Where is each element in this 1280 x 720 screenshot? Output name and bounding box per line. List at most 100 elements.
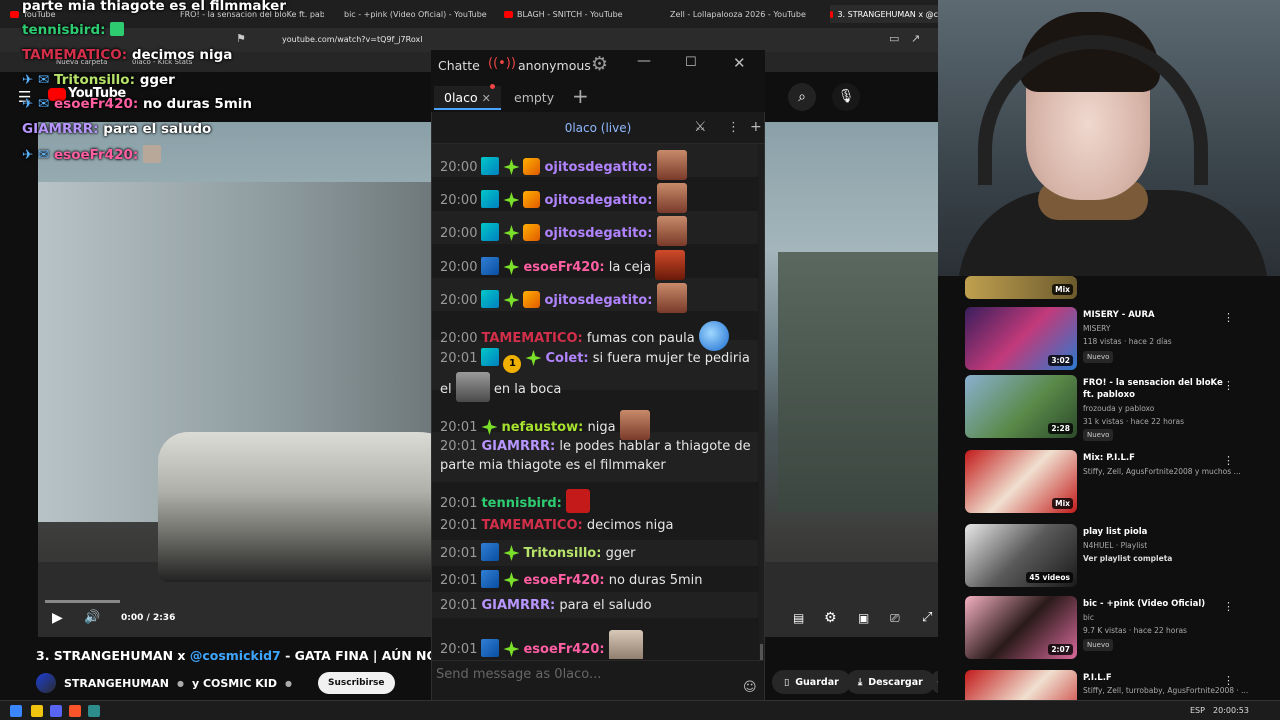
search-icon[interactable]: ⌕ [788, 83, 816, 111]
progress-bar[interactable] [45, 600, 120, 603]
video-thumbnail[interactable]: 45 videos [965, 524, 1077, 587]
prime-badge-icon[interactable] [503, 225, 520, 241]
video-title-mention-link[interactable]: @cosmickid7 [190, 648, 281, 663]
message-username[interactable]: ojitosdegatito: [544, 293, 652, 308]
gift-badge-icon[interactable] [523, 158, 541, 175]
gift-badge-icon[interactable] [523, 291, 541, 308]
recommendation-channel[interactable]: frozouda y pabloxo [1083, 404, 1154, 413]
account-switcher[interactable]: anonymous [518, 58, 591, 73]
message-username[interactable]: TAMEMATICO: [481, 518, 582, 533]
add-tab-icon[interactable]: + [572, 84, 589, 108]
video-thumbnail[interactable]: 2:07 [965, 596, 1077, 659]
subscriber-badge-icon[interactable] [481, 348, 500, 366]
start-icon[interactable] [10, 705, 22, 717]
more-options-icon[interactable]: ⋮ [1223, 379, 1234, 392]
emote-cat-icon[interactable] [608, 630, 643, 659]
video-thumbnail[interactable]: 2:28 [965, 375, 1077, 438]
prime-badge-icon[interactable] [503, 192, 520, 208]
live-broadcast-icon[interactable]: ((•)) [488, 56, 516, 71]
tab-0laco[interactable]: 0laco ✕ [434, 86, 501, 110]
bookmark-star-icon[interactable]: ⚑ [236, 32, 246, 45]
more-options-icon[interactable]: ⋮ [1223, 600, 1234, 613]
recommendation-item[interactable]: 2:07 bic - +pink (Video Oficial) bic 9.7… [965, 596, 1275, 660]
minimize-icon[interactable]: — [637, 53, 651, 69]
recommendation-item[interactable]: 3:02 MISERY - AURA MISERY 118 vistas · h… [965, 307, 1275, 371]
recommendation-title[interactable]: play list piola [1083, 526, 1223, 538]
message-username[interactable]: ojitosdegatito: [544, 226, 652, 241]
subscriber-badge-icon[interactable] [481, 190, 500, 208]
emote-blue-icon[interactable] [698, 321, 729, 351]
emote-face-icon[interactable] [656, 183, 687, 213]
miniplayer-icon[interactable]: ▣ [858, 611, 869, 625]
vip-badge-icon[interactable] [481, 543, 500, 561]
close-window-icon[interactable]: ✕ [733, 54, 746, 72]
recommendation-title[interactable]: MISERY - AURA [1083, 309, 1223, 321]
prime-badge-icon[interactable] [481, 419, 498, 435]
chat-input[interactable]: Send message as 0laco... [432, 660, 764, 700]
recommendation-item[interactable]: 2:28 FRO! - la sensacion del bloKe ft. p… [965, 375, 1275, 441]
gift-badge-icon[interactable] [523, 191, 541, 208]
file-explorer-icon[interactable] [31, 705, 43, 717]
chat-scrollbar[interactable] [759, 144, 764, 659]
view-full-playlist-link[interactable]: Ver playlist completa [1083, 554, 1172, 563]
install-app-icon[interactable]: ▭ [889, 32, 899, 45]
language-indicator[interactable]: ESP [1190, 706, 1205, 715]
channel-collab-name[interactable]: y COSMIC KID [192, 677, 277, 690]
message-username[interactable]: tennisbird: [481, 496, 561, 511]
emote-face-icon[interactable] [656, 150, 687, 180]
vip-badge-icon[interactable] [481, 639, 500, 657]
microphone-icon[interactable]: 🎙 [832, 83, 860, 111]
browser-tab[interactable]: bic - +pink (Video Oficial) - YouTube✕ [340, 5, 490, 23]
prime-badge-icon[interactable] [503, 641, 520, 657]
recommendation-title[interactable]: bic - +pink (Video Oficial) [1083, 598, 1223, 610]
channel-menu-icon[interactable]: ⋮ [727, 120, 740, 135]
subtitles-icon[interactable]: ▤ [793, 611, 804, 625]
brave-icon[interactable] [69, 705, 81, 717]
subscribe-button[interactable]: Suscribirse [317, 672, 395, 694]
emote-angry-icon[interactable] [566, 489, 591, 513]
url-field[interactable]: youtube.com/watch?v=tQ9f_j7Roxl [258, 32, 898, 48]
message-username[interactable]: GIAMRRR: [481, 439, 555, 454]
emote-face-icon[interactable] [619, 410, 650, 440]
message-username[interactable]: ojitosdegatito: [544, 160, 652, 175]
emoji-picker-icon[interactable]: ☺ [743, 680, 757, 695]
add-split-icon[interactable]: + [750, 119, 762, 135]
volume-icon[interactable]: 🔊 [84, 610, 100, 625]
emote-gray-icon[interactable] [455, 372, 490, 402]
recommendation-item[interactable]: 45 videos play list piola N4HUEL · Playl… [965, 524, 1275, 588]
recommendation-channel[interactable]: MISERY [1083, 324, 1111, 333]
chat-scrollbar-thumb[interactable] [760, 644, 763, 660]
message-username[interactable]: esoeFr420: [523, 573, 604, 588]
more-options-icon[interactable]: ⋮ [1223, 674, 1234, 687]
recommendation-channel[interactable]: Stiffy, Zell, AgusFortnite2008 y muchos … [1083, 467, 1241, 476]
vip-badge-icon[interactable] [481, 257, 500, 275]
subscriber-badge-icon[interactable] [481, 223, 500, 241]
prime-badge-icon[interactable] [503, 259, 520, 275]
chatterino-app-icon[interactable] [88, 705, 100, 717]
play-icon[interactable]: ▶ [52, 610, 63, 626]
channel-name[interactable]: STRANGEHUMAN [64, 677, 169, 690]
message-username[interactable]: ojitosdegatito: [544, 193, 652, 208]
recommendation-channel[interactable]: Stiffy, Zell, turrobaby, AgusFortnite200… [1083, 686, 1248, 695]
video-thumbnail[interactable] [965, 670, 1077, 700]
close-tab-icon[interactable]: ✕ [482, 92, 491, 105]
message-username[interactable]: TAMEMATICO: [481, 331, 582, 346]
message-username[interactable]: esoeFr420: [523, 642, 604, 657]
recommendation-channel[interactable]: bic [1083, 613, 1094, 622]
bits-badge-icon[interactable]: 1 [503, 355, 522, 373]
recommendation-title[interactable]: P.I.L.F [1083, 672, 1223, 684]
browser-tab-active[interactable]: 3. STRANGEHUMAN x @c [830, 5, 938, 23]
prime-badge-icon[interactable] [503, 292, 520, 308]
more-options-icon[interactable]: ⋮ [1223, 454, 1234, 467]
moderation-sword-icon[interactable]: ⚔ [694, 119, 707, 135]
settings-gear-icon[interactable]: ⚙ [824, 610, 837, 626]
recommendation-item[interactable]: Mix [965, 276, 1275, 300]
channel-avatar[interactable] [36, 673, 56, 693]
subscriber-badge-icon[interactable] [481, 157, 500, 175]
vip-badge-icon[interactable] [481, 570, 500, 588]
maximize-icon[interactable]: ☐ [685, 55, 697, 70]
more-options-icon[interactable]: ⋮ [1223, 311, 1234, 324]
emote-face-icon[interactable] [655, 250, 686, 280]
gift-badge-icon[interactable] [523, 224, 541, 241]
download-button[interactable]: ⤓ Descargar [846, 670, 935, 694]
